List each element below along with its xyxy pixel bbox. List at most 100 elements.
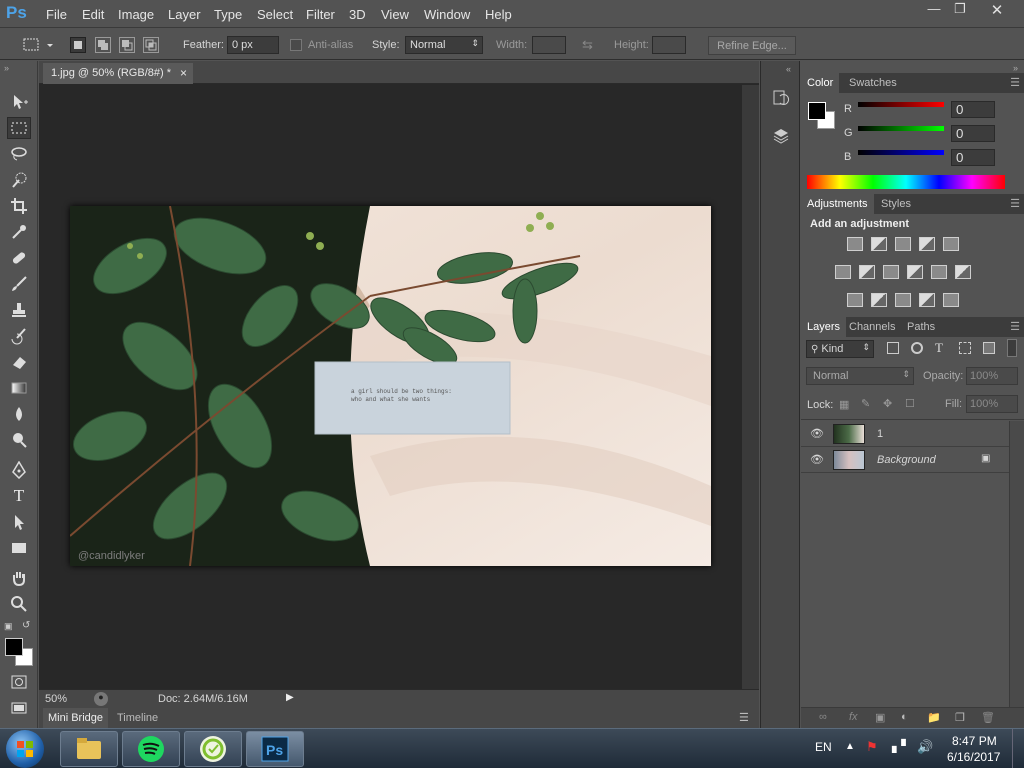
add-mask-icon[interactable]: ▣ <box>875 711 885 724</box>
new-group-icon[interactable]: 📁 <box>927 711 941 724</box>
close-tab-icon[interactable]: × <box>180 66 187 80</box>
expand-icon[interactable]: « <box>786 64 791 74</box>
levels-icon[interactable] <box>871 237 887 251</box>
menu-3d[interactable]: 3D <box>349 7 366 22</box>
show-desktop-button[interactable] <box>1012 729 1024 768</box>
tab-styles[interactable]: Styles <box>875 194 917 214</box>
channel-g-input[interactable] <box>951 125 995 142</box>
type-tool[interactable]: T <box>7 485 31 507</box>
clock-time[interactable]: 8:47 PM <box>952 734 997 748</box>
status-info-icon[interactable]: ● <box>94 692 108 706</box>
threshold-icon[interactable] <box>895 293 911 307</box>
filter-toggle[interactable] <box>1007 339 1017 357</box>
brush-tool[interactable] <box>7 273 31 295</box>
filter-shape-icon[interactable] <box>959 342 971 354</box>
invert-icon[interactable] <box>847 293 863 307</box>
channel-b-slider[interactable] <box>858 150 944 155</box>
panel-menu-icon[interactable]: ☰ <box>739 711 749 724</box>
brightness-contrast-icon[interactable] <box>847 237 863 251</box>
channel-b-input[interactable] <box>951 149 995 166</box>
anti-alias-checkbox[interactable] <box>290 39 302 51</box>
photo-filter-icon[interactable] <box>907 265 923 279</box>
menu-image[interactable]: Image <box>118 7 154 22</box>
channel-mixer-icon[interactable] <box>931 265 947 279</box>
menu-file[interactable]: File <box>46 7 67 22</box>
taskbar-app-green[interactable] <box>184 731 242 767</box>
black-white-icon[interactable] <box>883 265 899 279</box>
zoom-level[interactable]: 50% <box>45 693 67 705</box>
minimize-icon[interactable]: — <box>920 1 948 19</box>
layer-row-1[interactable]: 👁 1 <box>801 421 1009 447</box>
layers-menu-icon[interactable]: ☰ <box>1010 320 1020 333</box>
filter-adjustment-icon[interactable] <box>911 342 923 354</box>
show-hidden-icons[interactable]: ▲ <box>845 741 855 752</box>
taskbar-explorer[interactable] <box>60 731 118 767</box>
exposure-icon[interactable] <box>919 237 935 251</box>
clone-stamp-tool[interactable] <box>7 299 31 321</box>
screen-mode-button[interactable] <box>7 697 31 719</box>
channel-r-input[interactable] <box>951 101 995 118</box>
refine-edge-button[interactable]: Refine Edge... <box>708 36 796 55</box>
menu-help[interactable]: Help <box>485 7 512 22</box>
default-colors-icon[interactable]: ▣ <box>4 621 13 632</box>
action-center-flag-icon[interactable]: ⚑ <box>866 739 878 755</box>
menu-window[interactable]: Window <box>424 7 470 22</box>
start-button[interactable] <box>6 730 44 768</box>
hue-saturation-icon[interactable] <box>835 265 851 279</box>
new-layer-icon[interactable]: ❐ <box>955 711 965 724</box>
quick-selection-tool[interactable] <box>7 169 31 191</box>
pen-tool[interactable] <box>7 459 31 481</box>
crop-tool[interactable] <box>7 195 31 217</box>
menu-view[interactable]: View <box>381 7 409 22</box>
rectangle-tool[interactable] <box>7 537 31 559</box>
eraser-tool[interactable] <box>7 351 31 373</box>
tool-preset-picker[interactable] <box>22 37 54 53</box>
menu-edit[interactable]: Edit <box>82 7 104 22</box>
menu-type[interactable]: Type <box>214 7 242 22</box>
document-tab[interactable]: 1.jpg @ 50% (RGB/8#) * × <box>43 63 193 84</box>
gradient-tool[interactable] <box>7 377 31 399</box>
add-to-selection-button[interactable] <box>95 37 111 53</box>
link-layers-icon[interactable]: ∞ <box>819 711 827 723</box>
filter-kind-select[interactable]: ⚲ Kind ⇕ <box>806 340 874 358</box>
color-panel-menu-icon[interactable]: ☰ <box>1010 76 1020 89</box>
swap-colors-icon[interactable]: ↺ <box>22 620 30 631</box>
lock-pixels-icon[interactable]: ✎ <box>861 397 870 410</box>
visibility-eye-icon[interactable]: 👁 <box>810 453 824 466</box>
foreground-color-swatch[interactable] <box>5 638 23 656</box>
tab-adjustments[interactable]: Adjustments <box>801 194 874 214</box>
collapse-panels-icon[interactable]: » <box>1013 63 1018 73</box>
lock-all-icon[interactable]: ☐ <box>905 397 915 410</box>
menu-select[interactable]: Select <box>257 7 293 22</box>
layer-name[interactable]: Background <box>877 454 936 466</box>
new-selection-button[interactable] <box>70 37 86 53</box>
posterize-icon[interactable] <box>871 293 887 307</box>
menu-filter[interactable]: Filter <box>306 7 335 22</box>
properties-panel-button[interactable] <box>771 127 791 147</box>
history-panel-button[interactable] <box>771 88 791 108</box>
color-balance-icon[interactable] <box>859 265 875 279</box>
subtract-from-selection-button[interactable] <box>119 37 135 53</box>
layer-name[interactable]: 1 <box>877 428 883 440</box>
fx-icon[interactable]: fx <box>849 711 858 723</box>
tab-channels[interactable]: Channels <box>843 317 901 337</box>
fill-input[interactable]: 100% <box>966 395 1018 413</box>
layers-scrollbar[interactable] <box>1009 421 1024 707</box>
visibility-eye-icon[interactable]: 👁 <box>810 427 824 440</box>
height-input[interactable] <box>652 36 686 54</box>
path-selection-tool[interactable] <box>7 511 31 533</box>
filter-type-icon[interactable]: T <box>935 340 943 356</box>
channel-g-slider[interactable] <box>858 126 944 131</box>
volume-icon[interactable]: 🔊 <box>917 739 933 755</box>
filter-pixel-icon[interactable] <box>887 342 899 354</box>
adjustments-menu-icon[interactable]: ☰ <box>1010 197 1020 210</box>
feather-input[interactable] <box>227 36 279 54</box>
lock-transparent-icon[interactable]: ▦ <box>839 398 849 411</box>
quick-mask-button[interactable] <box>7 671 31 693</box>
language-indicator[interactable]: EN <box>815 740 832 754</box>
tab-swatches[interactable]: Swatches <box>843 73 903 93</box>
trash-icon[interactable]: 🗑 <box>981 711 995 724</box>
tab-layers[interactable]: Layers <box>801 317 847 337</box>
close-window-icon[interactable]: ✕ <box>978 1 1016 19</box>
swap-icon[interactable]: ⇆ <box>582 37 593 53</box>
